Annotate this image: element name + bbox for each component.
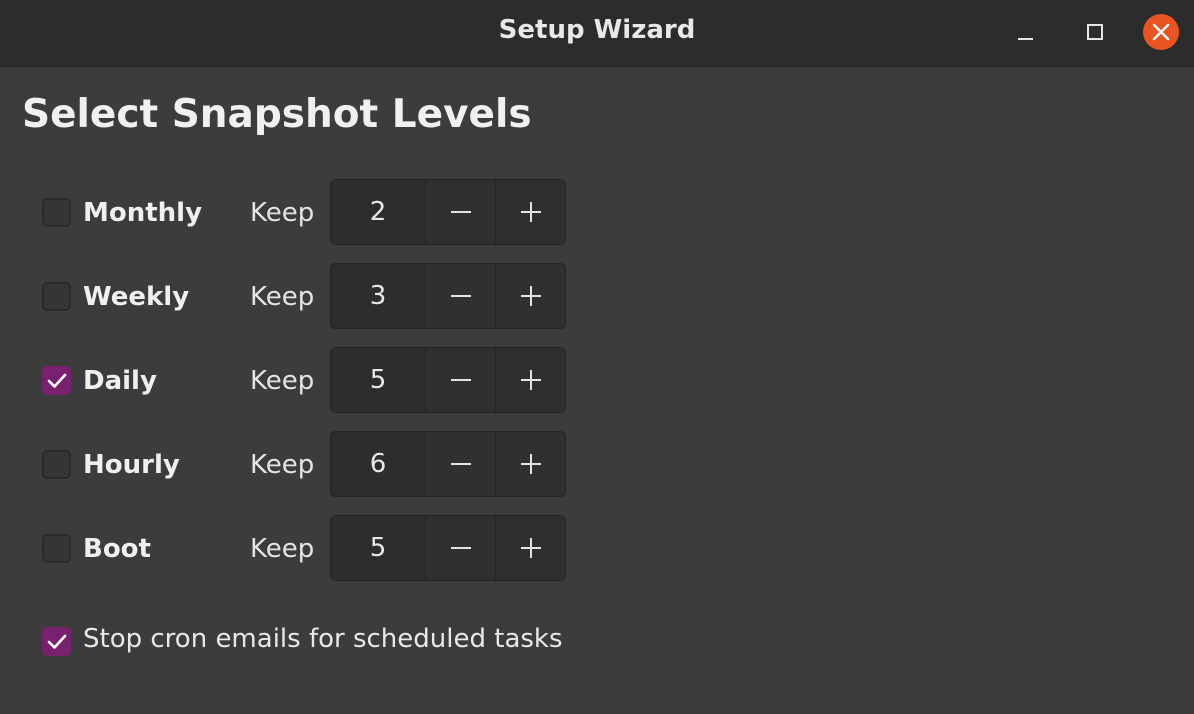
plus-icon	[521, 454, 541, 474]
monthly-checkbox[interactable]	[42, 198, 71, 227]
stepper-value-input[interactable]: 3	[331, 264, 425, 328]
keep-label: Keep	[250, 450, 315, 480]
plus-icon	[521, 286, 541, 306]
minus-icon	[451, 379, 471, 381]
decrement-button[interactable]	[425, 348, 496, 412]
hourly-checkbox[interactable]	[42, 450, 71, 479]
title-bar[interactable]: Setup Wizard	[0, 0, 1194, 67]
level-row-monthly: Monthly Keep 2	[0, 179, 600, 245]
weekly-keep-stepper: 3	[330, 263, 566, 329]
decrement-button[interactable]	[425, 180, 496, 244]
daily-keep-stepper: 5	[330, 347, 566, 413]
decrement-button[interactable]	[425, 432, 496, 496]
daily-checkbox[interactable]	[42, 366, 71, 395]
stepper-value-input[interactable]: 5	[331, 348, 425, 412]
boot-checkbox[interactable]	[42, 534, 71, 563]
level-row-boot: Boot Keep 5	[0, 515, 600, 581]
minus-icon	[451, 211, 471, 213]
decrement-button[interactable]	[425, 264, 496, 328]
weekly-checkbox[interactable]	[42, 282, 71, 311]
keep-label: Keep	[250, 282, 315, 312]
hourly-keep-stepper: 6	[330, 431, 566, 497]
stepper-value-input[interactable]: 2	[331, 180, 425, 244]
plus-icon	[521, 202, 541, 222]
monthly-keep-stepper: 2	[330, 179, 566, 245]
plus-icon	[521, 538, 541, 558]
decrement-button[interactable]	[425, 516, 496, 580]
stop-cron-emails-label[interactable]: Stop cron emails for scheduled tasks	[83, 624, 563, 654]
increment-button[interactable]	[495, 432, 565, 496]
level-row-hourly: Hourly Keep 6	[0, 431, 600, 497]
stop-cron-emails-option: Stop cron emails for scheduled tasks	[0, 608, 700, 674]
increment-button[interactable]	[495, 180, 565, 244]
level-label: Hourly	[83, 450, 180, 480]
boot-keep-stepper: 5	[330, 515, 566, 581]
increment-button[interactable]	[495, 264, 565, 328]
checkmark-icon	[47, 634, 67, 649]
minus-icon	[451, 547, 471, 549]
keep-label: Keep	[250, 534, 315, 564]
plus-icon	[521, 370, 541, 390]
checkmark-icon	[47, 373, 67, 388]
close-icon	[1152, 23, 1170, 41]
page-title: Select Snapshot Levels	[22, 92, 532, 137]
increment-button[interactable]	[495, 516, 565, 580]
stop-cron-emails-checkbox[interactable]	[42, 627, 71, 656]
level-row-weekly: Weekly Keep 3	[0, 263, 600, 329]
stepper-value-input[interactable]: 5	[331, 516, 425, 580]
level-row-daily: Daily Keep 5	[0, 347, 600, 413]
maximize-button[interactable]	[1076, 14, 1112, 50]
level-label: Monthly	[83, 198, 203, 228]
minus-icon	[451, 295, 471, 297]
increment-button[interactable]	[495, 348, 565, 412]
keep-label: Keep	[250, 198, 315, 228]
setup-wizard-window: Setup Wizard Select Snapshot Levels Mont…	[0, 0, 1194, 714]
level-label: Boot	[83, 534, 151, 564]
minimize-button[interactable]	[1007, 14, 1043, 50]
level-label: Daily	[83, 366, 157, 396]
keep-label: Keep	[250, 366, 315, 396]
level-label: Weekly	[83, 282, 190, 312]
close-button[interactable]	[1143, 14, 1179, 50]
minus-icon	[451, 463, 471, 465]
stepper-value-input[interactable]: 6	[331, 432, 425, 496]
